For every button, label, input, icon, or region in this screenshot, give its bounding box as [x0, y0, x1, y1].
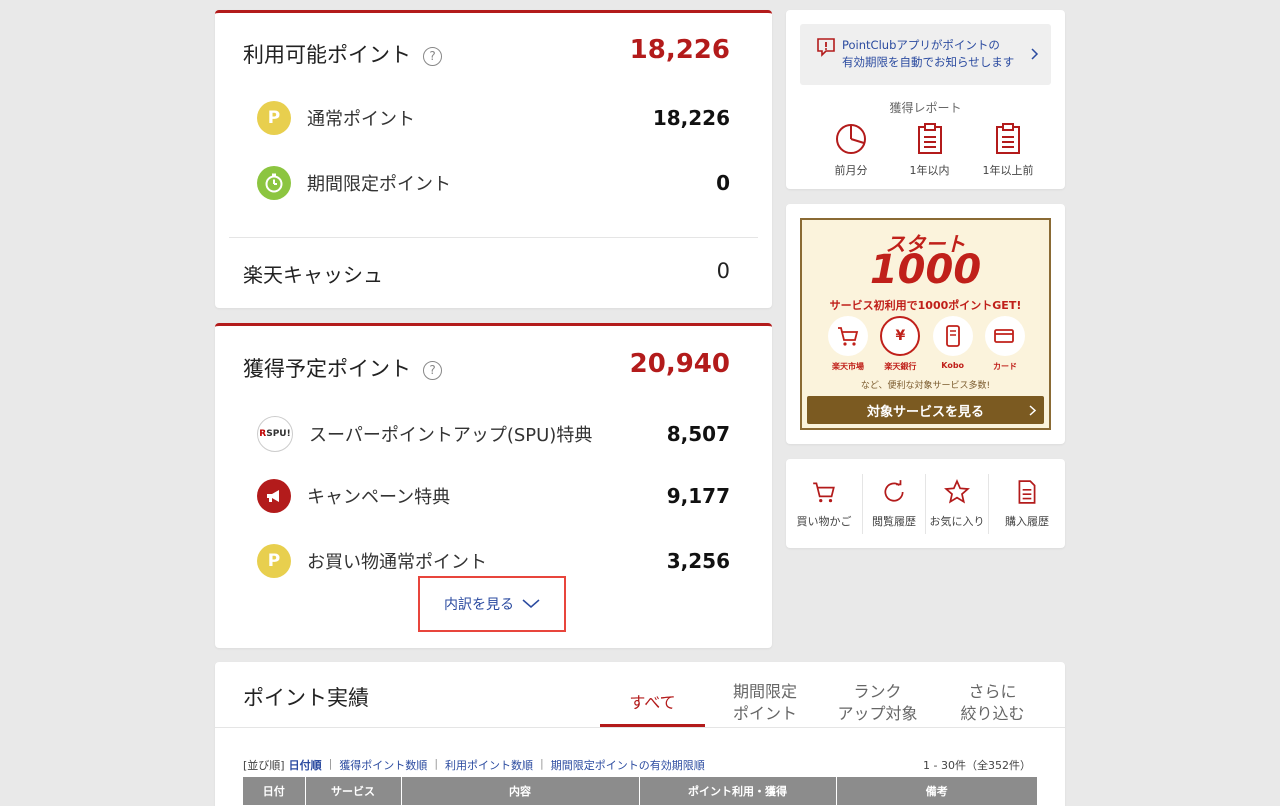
see-details-label: 内訳を見る [444, 597, 514, 613]
history-title: ポイント実績 [243, 686, 369, 710]
pie-chart-icon [836, 124, 866, 154]
col-service: サービス [305, 777, 402, 805]
sort-by-expiry[interactable]: 期間限定ポイントの有効期限順 [551, 757, 705, 773]
point-coin-icon: P [257, 544, 291, 578]
clipboard-icon [917, 123, 942, 154]
wallet-icon: ¥ [880, 316, 921, 356]
normal-points-label: 通常ポイント [307, 109, 415, 130]
cart-icon [838, 327, 859, 346]
campaign-bonus-value: 9,177 [666, 484, 730, 508]
stopwatch-icon [257, 166, 291, 200]
tab-all[interactable]: すべて [600, 692, 705, 727]
scheduled-points-total: 20,940 [629, 349, 730, 379]
tab-rankup[interactable]: ランク アップ対象 [825, 681, 930, 725]
sort-prefix: [並び順] [243, 759, 285, 772]
quicklink-history[interactable]: 閲覧履歴 [863, 473, 926, 534]
document-icon [1018, 479, 1036, 504]
scheduled-points-card: 獲得予定ポイント? 20,940 R SPU! スーパーポイントアップ(SPU)特… [215, 323, 772, 648]
tab-filter[interactable]: さらに 絞り込む [940, 681, 1045, 725]
rakuten-cash-label: 楽天キャッシュ [243, 263, 383, 287]
col-notes: 備考 [836, 777, 1037, 805]
available-points-total: 18,226 [629, 35, 730, 65]
spu-icon: R SPU! [257, 416, 293, 452]
credit-card-icon [994, 329, 1014, 343]
tabs-divider [215, 727, 1065, 728]
report-within-year[interactable]: 1年以内 [895, 122, 965, 178]
clipboard-icon [996, 123, 1020, 154]
sort-by-earned[interactable]: 獲得ポイント数順 [339, 757, 427, 773]
chevron-right-icon [1031, 48, 1039, 60]
cart-icon [813, 481, 835, 502]
see-details-link[interactable]: 内訳を見る [418, 576, 566, 632]
promo-card: スタート 1000 サービス初利用で1000ポイントGET! 楽天市場 ¥ 楽天… [786, 204, 1065, 444]
list-item: P 通常ポイント 18,226 [257, 101, 730, 135]
star-icon [944, 478, 970, 504]
help-icon[interactable]: ? [423, 360, 442, 380]
history-icon [884, 479, 904, 502]
col-content: 内容 [401, 777, 640, 805]
point-coin-icon: P [257, 101, 291, 135]
notice-line-2: 有効期限を自動でお知らせします [842, 55, 1015, 69]
quicklink-cart[interactable]: 買い物かご [786, 473, 863, 534]
col-points: ポイント利用・獲得 [639, 777, 837, 805]
chevron-right-icon [1029, 404, 1036, 416]
banner-service-ichiba: 楽天市場 [826, 316, 870, 372]
banner-note: など、便利な対象サービス多数! [860, 381, 991, 391]
shopping-points-value: 3,256 [666, 549, 730, 573]
spu-bonus-label: スーパーポイントアップ(SPU)特典 [309, 425, 593, 446]
sort-by-used[interactable]: 利用ポイント数順 [445, 757, 533, 773]
alert-icon [817, 38, 835, 57]
app-notice-banner[interactable]: PointClubアプリがポイントの 有効期限を自動でお知らせします [800, 24, 1051, 85]
see-services-label: 対象サービスを見る [866, 404, 984, 420]
result-count: 1 - 30件（全352件） [923, 759, 1031, 772]
start-1000-banner[interactable]: スタート 1000 サービス初利用で1000ポイントGET! 楽天市場 ¥ 楽天… [800, 218, 1051, 430]
banner-number: 1000 [869, 247, 982, 293]
spu-bonus-value: 8,507 [666, 422, 730, 446]
help-icon[interactable]: ? [423, 46, 442, 66]
tab-limited[interactable]: 期間限定 ポイント [715, 681, 815, 725]
report-title: 獲得レポート [889, 101, 962, 115]
banner-service-bank: ¥ 楽天銀行 [878, 316, 922, 372]
rakuten-cash-value: 0 [716, 259, 730, 283]
shopping-points-label: お買い物通常ポイント [307, 552, 487, 573]
col-date: 日付 [243, 777, 306, 805]
banner-subtitle: サービス初利用で1000ポイントGET! [829, 299, 1022, 312]
divider [229, 237, 758, 238]
see-services-button[interactable]: 対象サービスを見る [807, 396, 1044, 424]
quicklink-favorites[interactable]: お気に入り [926, 473, 989, 534]
list-item: 期間限定ポイント 0 [257, 166, 730, 200]
normal-points-value: 18,226 [652, 106, 730, 130]
quicklinks-card: 買い物かご 閲覧履歴 お気に入り 購入履歴 [786, 459, 1065, 548]
banner-service-card: カード [983, 316, 1027, 372]
limited-points-label: 期間限定ポイント [307, 174, 451, 195]
report-card: PointClubアプリがポイントの 有効期限を自動でお知らせします 獲得レポー… [786, 10, 1065, 189]
history-table: 日付 サービス 内容 ポイント利用・獲得 備考 [243, 777, 1037, 805]
limited-points-value: 0 [716, 171, 730, 195]
list-item: キャンペーン特典 9,177 [257, 479, 730, 513]
scheduled-points-title: 獲得予定ポイント? [243, 353, 442, 383]
notice-line-1: PointClubアプリがポイントの [842, 38, 1000, 52]
ebook-icon [945, 325, 960, 347]
quicklink-purchases[interactable]: 購入履歴 [989, 474, 1065, 534]
sort-bar: [並び順] 日付順 | 獲得ポイント数順 | 利用ポイント数順 | 期間限定ポイ… [243, 757, 705, 773]
report-last-month[interactable]: 前月分 [816, 122, 886, 178]
report-over-year[interactable]: 1年以上前 [973, 122, 1043, 178]
list-item: P お買い物通常ポイント 3,256 [257, 544, 730, 578]
megaphone-icon [257, 479, 291, 513]
list-item: R SPU! スーパーポイントアップ(SPU)特典 8,507 [257, 416, 730, 452]
sort-by-date[interactable]: 日付順 [289, 757, 322, 773]
available-points-card: 利用可能ポイント? 18,226 P 通常ポイント 18,226 期間限定ポイン… [215, 10, 772, 308]
available-points-title: 利用可能ポイント? [243, 39, 442, 69]
campaign-bonus-label: キャンペーン特典 [307, 487, 451, 508]
banner-service-kobo: Kobo [931, 316, 975, 372]
chevron-down-icon [522, 599, 540, 608]
points-history-card: ポイント実績 すべて 期間限定 ポイント ランク アップ対象 さらに 絞り込む [並び… [215, 662, 1065, 806]
